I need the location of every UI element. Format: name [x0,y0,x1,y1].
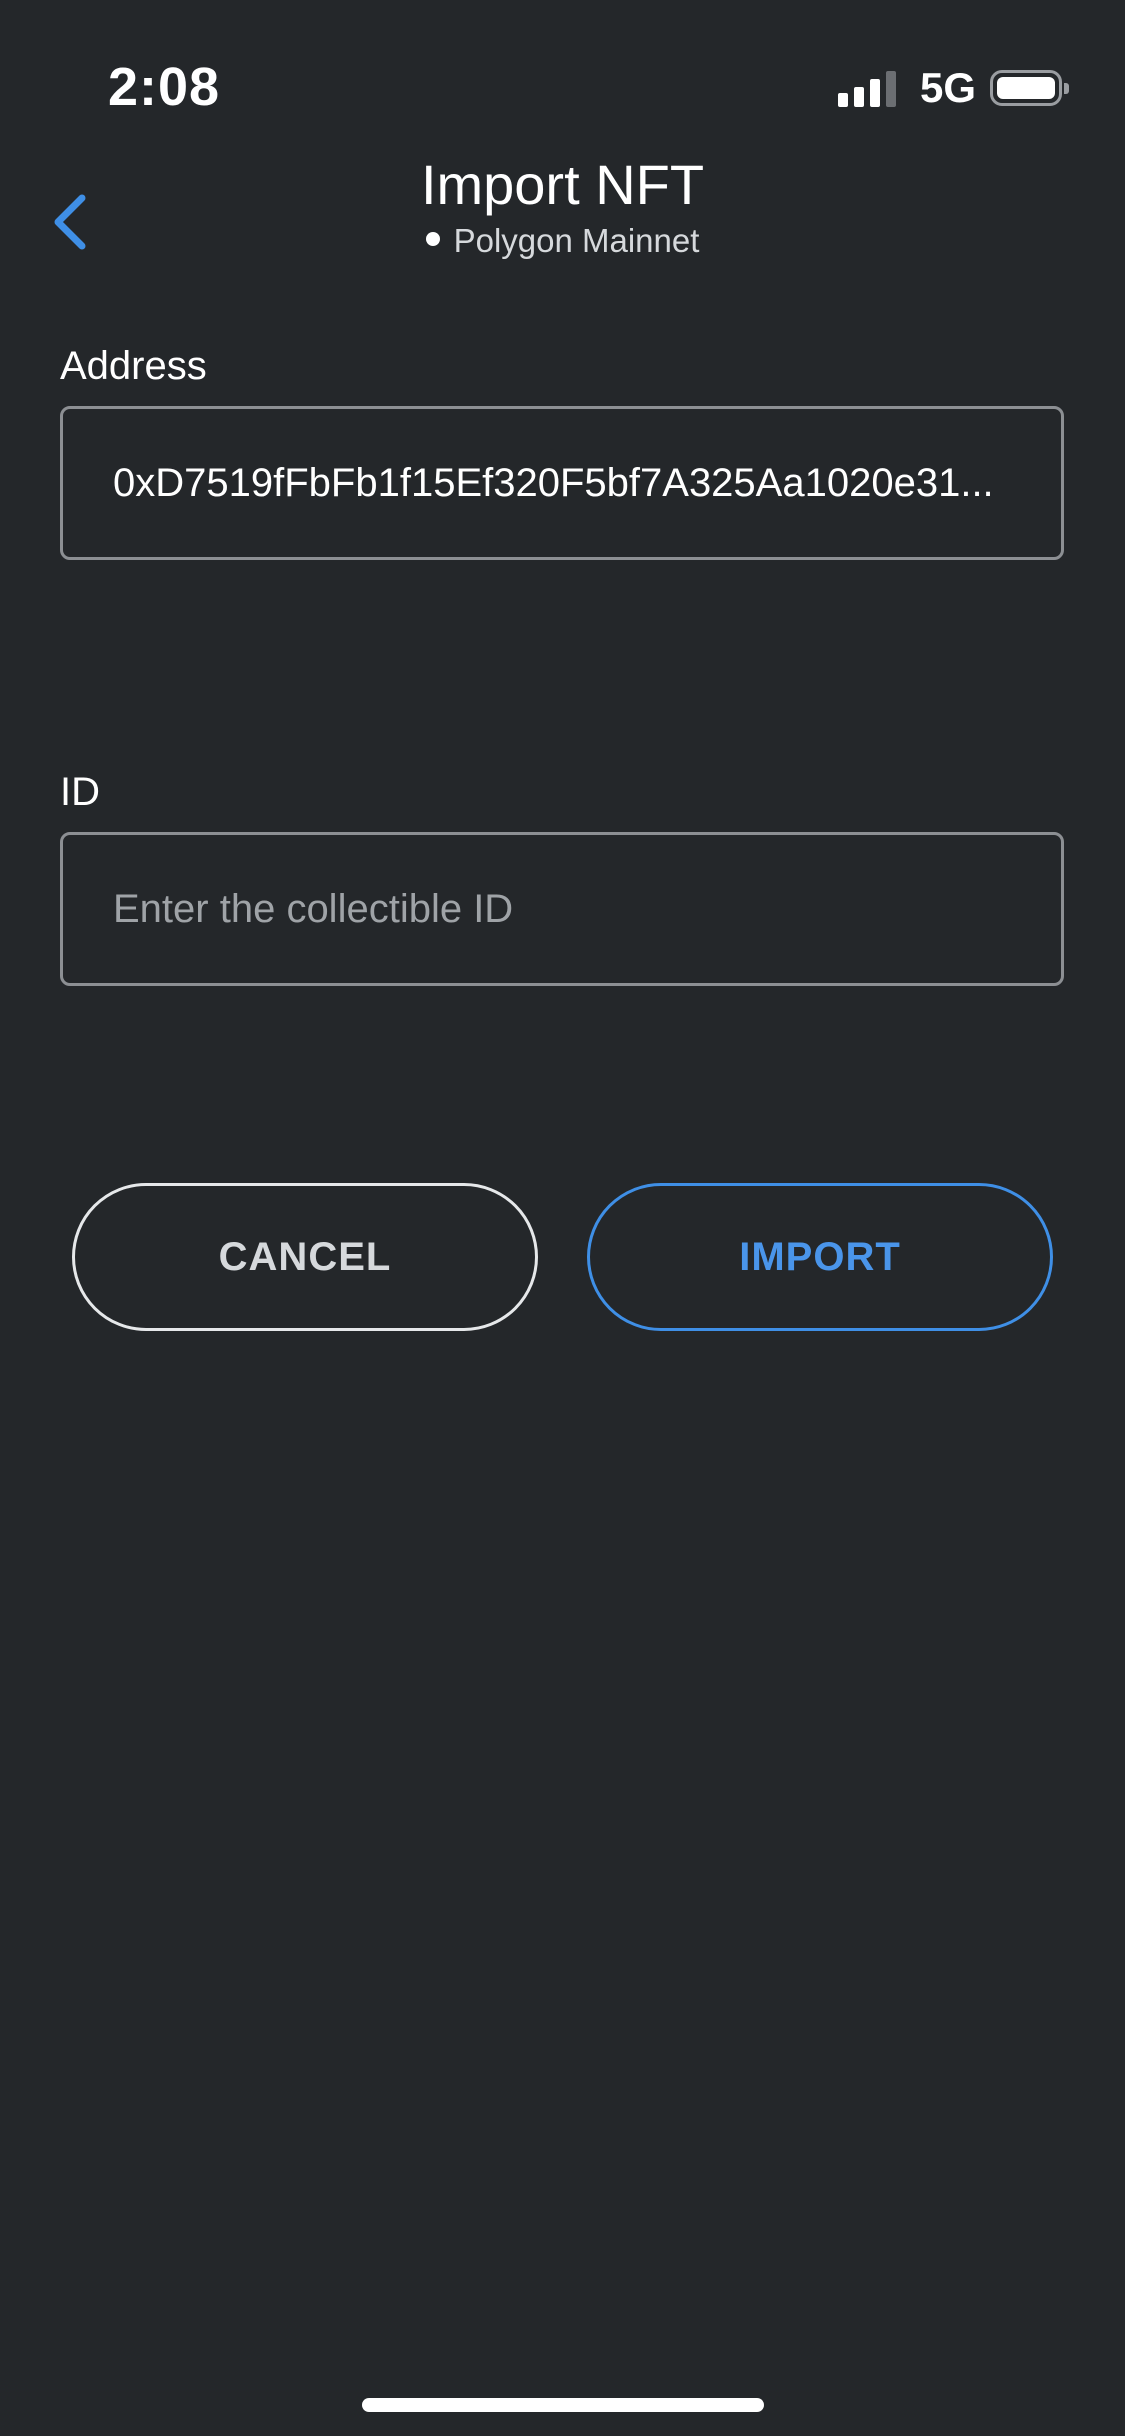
collectible-id-placeholder: Enter the collectible ID [113,886,514,931]
network-type-label: 5G [920,64,977,111]
id-label: ID [60,770,100,814]
network-name: Polygon Mainnet [453,222,700,259]
import-button[interactable]: IMPORT [587,1183,1053,1331]
cancel-button[interactable]: CANCEL [72,1183,538,1331]
status-indicators: 5G [838,64,1070,111]
address-label: Address [60,344,207,388]
status-time: 2:08 [108,57,221,117]
collectible-id-input[interactable]: Enter the collectible ID [60,832,1064,986]
battery-full-icon [990,70,1070,106]
address-input-value: 0xD7519fFbFb1f15Ef320F5bf7A325Aa1020e31.… [113,460,994,505]
cellular-signal-icon [838,69,896,107]
network-indicator: Polygon Mainnet [0,222,1125,260]
network-status-dot-icon [425,232,440,247]
address-input[interactable]: 0xD7519fFbFb1f15Ef320F5bf7A325Aa1020e31.… [60,406,1064,560]
page-title: Import NFT [420,153,705,216]
home-indicator[interactable] [362,2398,764,2412]
